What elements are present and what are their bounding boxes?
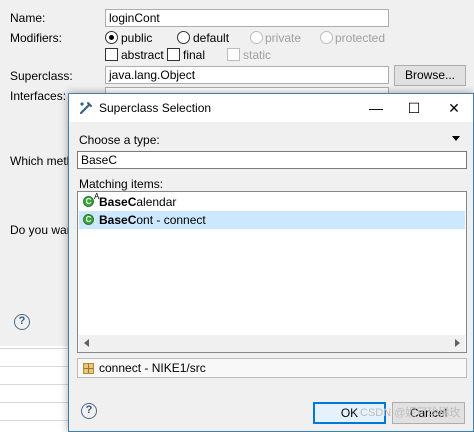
class-icon: C — [83, 196, 94, 207]
close-button[interactable]: ✕ — [435, 94, 473, 122]
horizontal-scrollbar[interactable] — [79, 335, 465, 352]
superclass-field[interactable]: java.lang.Object — [105, 66, 389, 84]
private-radio-label: private — [265, 31, 302, 45]
package-icon — [83, 363, 94, 374]
modifiers-label: Modifiers: — [10, 31, 63, 45]
static-checkbox-label: static — [243, 48, 272, 62]
eclipse-icon — [79, 102, 92, 115]
which-methods-label: Which meth — [10, 154, 74, 168]
public-radio-label: public — [121, 31, 153, 45]
background-spreadsheet — [0, 346, 70, 432]
scroll-right-icon[interactable] — [455, 339, 460, 347]
matching-items-label: Matching items: — [79, 177, 164, 191]
status-text: connect - NIKE1/src — [99, 361, 206, 375]
maximize-button[interactable]: ☐ — [395, 94, 433, 122]
minimize-button[interactable]: — — [357, 94, 395, 122]
superclass-selection-dialog: Superclass Selection — ☐ ✕ Choose a type… — [68, 93, 474, 432]
history-dropdown-icon[interactable] — [452, 136, 460, 141]
list-item-label: BaseCont - connect — [99, 213, 206, 227]
class-icon: C — [83, 214, 94, 225]
do-you-want-label: Do you wan — [10, 223, 74, 237]
default-radio-label: default — [193, 31, 230, 45]
private-radio — [250, 31, 263, 44]
choose-type-label: Choose a type: — [79, 133, 160, 147]
matching-items-list[interactable]: C A BaseCalendar C BaseCont - connect — [77, 191, 467, 353]
csdn-watermark: CSDN @妮可珍稀玫 — [360, 407, 461, 419]
public-radio[interactable] — [105, 31, 118, 44]
name-label: Name: — [10, 11, 46, 25]
dialog-titlebar[interactable]: Superclass Selection — ☐ ✕ — [69, 94, 473, 122]
dialog-help-icon[interactable]: ? — [81, 403, 97, 419]
default-radio[interactable] — [177, 31, 190, 44]
superclass-label: Superclass: — [10, 69, 73, 83]
abstract-checkbox-label: abstract — [121, 48, 164, 62]
protected-radio-label: protected — [335, 31, 386, 45]
protected-radio — [320, 31, 333, 44]
dialog-title: Superclass Selection — [99, 101, 212, 115]
wizard-help-icon[interactable]: ? — [14, 314, 30, 330]
list-item[interactable]: C BaseCont - connect — [79, 211, 465, 229]
name-field[interactable]: loginCont — [105, 9, 389, 27]
scroll-left-icon[interactable] — [84, 339, 89, 347]
selection-status-bar: connect - NIKE1/src — [77, 358, 467, 378]
type-search-input[interactable] — [77, 151, 467, 169]
abstract-checkbox[interactable] — [105, 48, 118, 61]
list-item-label: BaseCalendar — [99, 195, 177, 209]
static-checkbox — [227, 48, 240, 61]
final-checkbox[interactable] — [167, 48, 180, 61]
interfaces-label: Interfaces: — [10, 89, 67, 103]
list-item[interactable]: C A BaseCalendar — [79, 193, 465, 211]
browse-button[interactable]: Browse... — [394, 65, 466, 86]
final-checkbox-label: final — [183, 48, 206, 62]
